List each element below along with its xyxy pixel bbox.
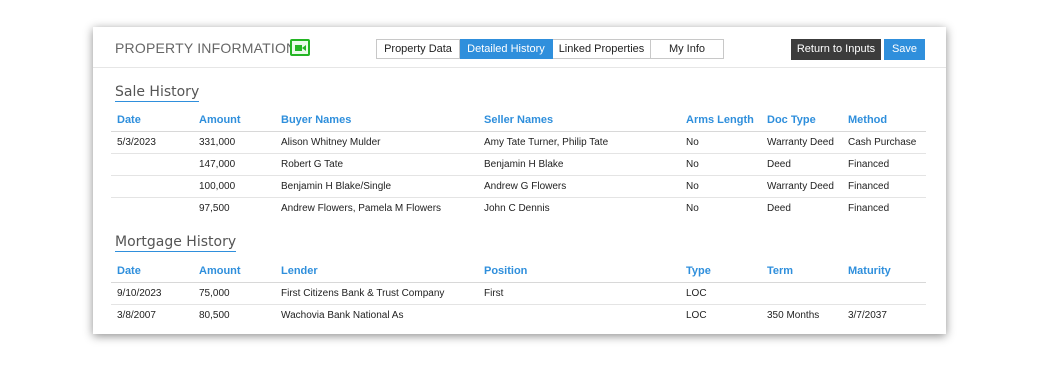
column-header: Amount — [193, 260, 275, 283]
video-camera-icon[interactable] — [290, 39, 310, 56]
table-cell: 75,000 — [193, 282, 275, 305]
sale-history-title: Sale History — [115, 84, 200, 102]
table-cell: Wachovia Bank National As — [281, 310, 404, 321]
tab-detailed-history[interactable]: Detailed History — [460, 39, 553, 59]
save-button[interactable]: Save — [884, 39, 925, 60]
table-cell: Financed — [842, 153, 926, 176]
column-header: Arms Length — [680, 109, 761, 132]
tab-bar: Property Data Detailed History Linked Pr… — [376, 39, 724, 59]
table-cell: 331,000 — [193, 131, 275, 154]
column-header: Date — [111, 260, 193, 283]
table-cell: Financed — [842, 175, 926, 198]
mortgage-history-title: Mortgage History — [115, 234, 237, 252]
table-cell — [842, 282, 926, 305]
table-cell: Amy Tate Turner, Philip Tate — [478, 131, 680, 154]
mortgage-history-table: Date Amount Lender Position Type Term Ma… — [111, 260, 926, 326]
table-row: 9/10/2023 75,000 First Citizens Bank & T… — [111, 282, 926, 305]
column-header: Doc Type — [761, 109, 842, 132]
table-header-row: Date Amount Buyer Names Seller Names Arm… — [111, 109, 926, 132]
tab-linked-properties[interactable]: Linked Properties — [553, 39, 651, 59]
table-cell — [111, 153, 193, 176]
property-information-panel: PROPERTY INFORMATION Property Data Detai… — [93, 27, 946, 334]
table-cell: Benjamin H Blake/Single — [275, 175, 478, 198]
table-row: 97,500 Andrew Flowers, Pamela M Flowers … — [111, 198, 926, 220]
table-cell: 100,000 — [193, 175, 275, 198]
table-cell: Andrew G Flowers — [478, 175, 680, 198]
page-title: PROPERTY INFORMATION — [115, 40, 297, 56]
table-cell: No — [680, 153, 761, 176]
table-row: 3/8/2007 80,500 Wachovia Bank National A… — [111, 305, 926, 327]
tab-my-info[interactable]: My Info — [651, 39, 724, 59]
table-cell — [111, 198, 193, 220]
table-cell: John C Dennis — [484, 203, 550, 214]
table-cell: Cash Purchase — [842, 131, 926, 154]
table-cell — [111, 175, 193, 198]
table-cell: LOC — [680, 282, 761, 305]
table-cell: First — [478, 282, 680, 305]
column-header: Lender — [275, 260, 478, 283]
table-cell: 350 Months — [767, 310, 820, 321]
column-header: Seller Names — [478, 109, 680, 132]
table-cell: Financed — [848, 203, 890, 214]
return-to-inputs-button[interactable]: Return to Inputs — [791, 39, 881, 60]
column-header: Buyer Names — [275, 109, 478, 132]
table-cell — [478, 305, 680, 327]
table-cell: Robert G Tate — [275, 153, 478, 176]
column-header: Position — [478, 260, 680, 283]
panel-header: PROPERTY INFORMATION Property Data Detai… — [93, 27, 946, 68]
table-row: 5/3/2023 331,000 Alison Whitney Mulder A… — [111, 131, 926, 154]
table-row: 100,000 Benjamin H Blake/Single Andrew G… — [111, 175, 926, 198]
table-cell: Deed — [767, 203, 791, 214]
column-header: Amount — [193, 109, 275, 132]
table-cell — [761, 282, 842, 305]
table-cell: Warranty Deed — [761, 131, 842, 154]
table-cell: 3/7/2037 — [848, 310, 887, 321]
table-cell: 5/3/2023 — [111, 131, 193, 154]
table-cell: Deed — [761, 153, 842, 176]
table-cell: No — [680, 131, 761, 154]
table-cell: 97,500 — [199, 203, 230, 214]
table-header-row: Date Amount Lender Position Type Term Ma… — [111, 260, 926, 283]
table-cell: Benjamin H Blake — [478, 153, 680, 176]
table-cell: 9/10/2023 — [111, 282, 193, 305]
table-cell: First Citizens Bank & Trust Company — [275, 282, 478, 305]
table-cell: Warranty Deed — [761, 175, 842, 198]
table-cell: LOC — [686, 310, 707, 321]
table-cell: Alison Whitney Mulder — [275, 131, 478, 154]
column-header: Method — [842, 109, 926, 132]
table-cell: 80,500 — [199, 310, 230, 321]
video-camera-glyph — [295, 45, 306, 51]
column-header: Maturity — [842, 260, 926, 283]
table-cell: Andrew Flowers, Pamela M Flowers — [281, 203, 442, 214]
table-cell: 147,000 — [193, 153, 275, 176]
column-header: Date — [111, 109, 193, 132]
table-cell: No — [686, 203, 699, 214]
table-cell: 3/8/2007 — [117, 310, 156, 321]
column-header: Type — [680, 260, 761, 283]
table-row: 147,000 Robert G Tate Benjamin H Blake N… — [111, 153, 926, 176]
column-header: Term — [761, 260, 842, 283]
table-cell: No — [680, 175, 761, 198]
tab-property-data[interactable]: Property Data — [376, 39, 460, 59]
sale-history-table: Date Amount Buyer Names Seller Names Arm… — [111, 109, 926, 219]
